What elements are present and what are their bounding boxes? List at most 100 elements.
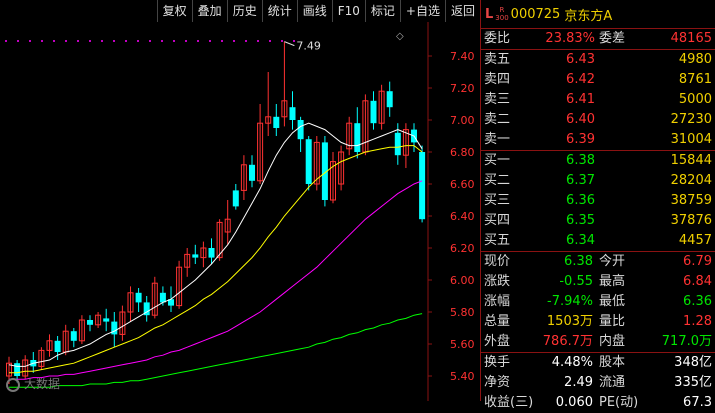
sell-price: 6.42 xyxy=(566,72,595,87)
dot xyxy=(65,40,67,42)
fund-value: 4.48% xyxy=(551,355,593,370)
quote-label: 现价 xyxy=(484,254,511,269)
f10-button[interactable]: F10 xyxy=(331,0,365,22)
dot xyxy=(125,40,127,42)
quote-row: 总量 1503万 量比 1.28 xyxy=(481,312,715,332)
dot xyxy=(161,40,163,42)
dot xyxy=(77,40,79,42)
candle-body xyxy=(87,320,93,325)
watermark: 大数据 xyxy=(6,375,60,392)
sell-volume: 27230 xyxy=(670,112,712,127)
fund-row: 净资 2.49 流通 335亿 xyxy=(481,373,715,393)
sell-volume: 5000 xyxy=(678,92,712,107)
quote-label: 总量 xyxy=(484,314,511,329)
candle-body xyxy=(273,116,280,128)
buy-price: 6.37 xyxy=(566,173,595,188)
draw-line-button[interactable]: 画线 xyxy=(296,0,332,22)
watermark-logo-icon xyxy=(6,377,20,392)
dot xyxy=(113,40,115,42)
y-tick-label: 6.00 xyxy=(450,274,475,287)
quote-value-2: 6.79 xyxy=(683,254,712,269)
candle-body xyxy=(249,164,255,181)
candle-body xyxy=(192,254,199,258)
quote-label-2: 今开 xyxy=(599,254,626,269)
y-tick-label: 7.20 xyxy=(450,82,475,95)
y-tick-label: 7.00 xyxy=(450,114,475,127)
sell-row: 卖三 6.41 5000 xyxy=(481,90,715,110)
fuquan-button[interactable]: 复权 xyxy=(156,0,192,22)
fund-value: 0.060 xyxy=(555,395,593,410)
buy-price: 6.34 xyxy=(566,233,595,248)
sell-price: 6.40 xyxy=(566,112,595,127)
ma20-line xyxy=(9,180,423,380)
diamond-icon[interactable]: ◇ xyxy=(396,31,404,42)
quote-value: 1503万 xyxy=(546,314,593,329)
quote-value: -0.55 xyxy=(559,274,593,289)
add-watchlist-button[interactable]: +自选 xyxy=(399,0,445,22)
dot xyxy=(149,40,151,42)
fundamentals: 换手 4.48% 股本 348亿 净资 2.49 流通 335亿 收益(三) 0.060 PE(动)… xyxy=(481,353,715,413)
quote-value-2: 6.84 xyxy=(683,274,712,289)
buy-row: 买四 6.35 37876 xyxy=(481,211,715,231)
back-button[interactable]: 返回 xyxy=(444,0,480,22)
fund-label: 收益(三) xyxy=(484,395,534,410)
fund-label-2: PE(动) xyxy=(599,395,639,410)
candle-body xyxy=(370,100,377,124)
mark-button[interactable]: 标记 xyxy=(364,0,400,22)
weicha-label: 委差 xyxy=(599,31,626,46)
quote-panel: L R 300 000725 京东方A 委比 23.83% 委差 48165 卖五… xyxy=(481,0,715,410)
candle-body xyxy=(159,292,166,303)
dot xyxy=(173,40,175,42)
sell-row: 卖五 6.43 4980 xyxy=(481,50,715,70)
fund-row: 收益(三) 0.060 PE(动) 67.3 xyxy=(481,393,715,413)
buy-row: 买五 6.34 4457 xyxy=(481,231,715,251)
dot xyxy=(137,40,139,42)
quote-label-2: 量比 xyxy=(599,314,626,329)
kline-chart[interactable]: ◇ 7.40 7.20 7.00 6.80 6.60 6.40 6.20 6.00 5.80 5.… xyxy=(0,22,480,401)
dot xyxy=(185,40,187,42)
quote-label: 涨幅 xyxy=(484,294,511,309)
ma5-line xyxy=(8,122,423,367)
statistics-button[interactable]: 统计 xyxy=(261,0,297,22)
dot xyxy=(29,40,31,42)
candle-body xyxy=(70,331,77,341)
buy-price: 6.35 xyxy=(566,213,595,228)
buy-row: 买三 6.36 38759 xyxy=(481,191,715,211)
candlesticks xyxy=(6,41,426,384)
y-axis: 7.40 7.20 7.00 6.80 6.60 6.40 6.20 6.00 5.80 5.60… xyxy=(427,22,475,401)
candle-body xyxy=(54,340,61,352)
candle-body xyxy=(208,248,215,258)
stock-header: L R 300 000725 京东方A xyxy=(481,0,715,29)
dot xyxy=(281,40,283,42)
dot xyxy=(221,40,223,42)
fund-label: 净资 xyxy=(484,375,511,390)
sell-volume: 31004 xyxy=(670,132,712,147)
ma60-line xyxy=(9,313,423,388)
dot xyxy=(245,40,247,42)
sell-price: 6.43 xyxy=(566,52,595,67)
buy-volume: 38759 xyxy=(670,193,712,208)
quote-value: 786.7万 xyxy=(542,334,593,349)
overlay-button[interactable]: 叠加 xyxy=(191,0,227,22)
candle-body xyxy=(289,107,296,120)
sell-volume: 8761 xyxy=(678,72,712,87)
fund-row: 换手 4.48% 股本 348亿 xyxy=(481,353,715,373)
weicha-value: 48165 xyxy=(670,31,712,46)
annotation-leader xyxy=(284,41,295,47)
fund-label: 换手 xyxy=(484,355,511,370)
sell-price: 6.39 xyxy=(566,132,595,147)
buy-volume: 4457 xyxy=(678,233,712,248)
y-tick-label: 6.20 xyxy=(450,242,475,255)
candle-body xyxy=(135,292,142,303)
buy-orderbook: 买一 6.38 15844 买二 6.37 28204 买三 6.36 38759 买四 6.35 3… xyxy=(481,151,715,252)
candle-body xyxy=(297,120,304,140)
sell-row: 卖四 6.42 8761 xyxy=(481,70,715,90)
history-button[interactable]: 历史 xyxy=(226,0,262,22)
y-tick-label: 6.80 xyxy=(450,146,475,159)
candle-body xyxy=(354,123,361,152)
sell-orderbook: 卖五 6.43 4980 卖四 6.42 8761 卖三 6.41 5000 卖二 6.40 2723… xyxy=(481,50,715,151)
candle-body xyxy=(394,132,401,156)
dot xyxy=(233,40,235,42)
fund-value-2: 348亿 xyxy=(674,355,712,370)
candle-body xyxy=(305,139,312,184)
